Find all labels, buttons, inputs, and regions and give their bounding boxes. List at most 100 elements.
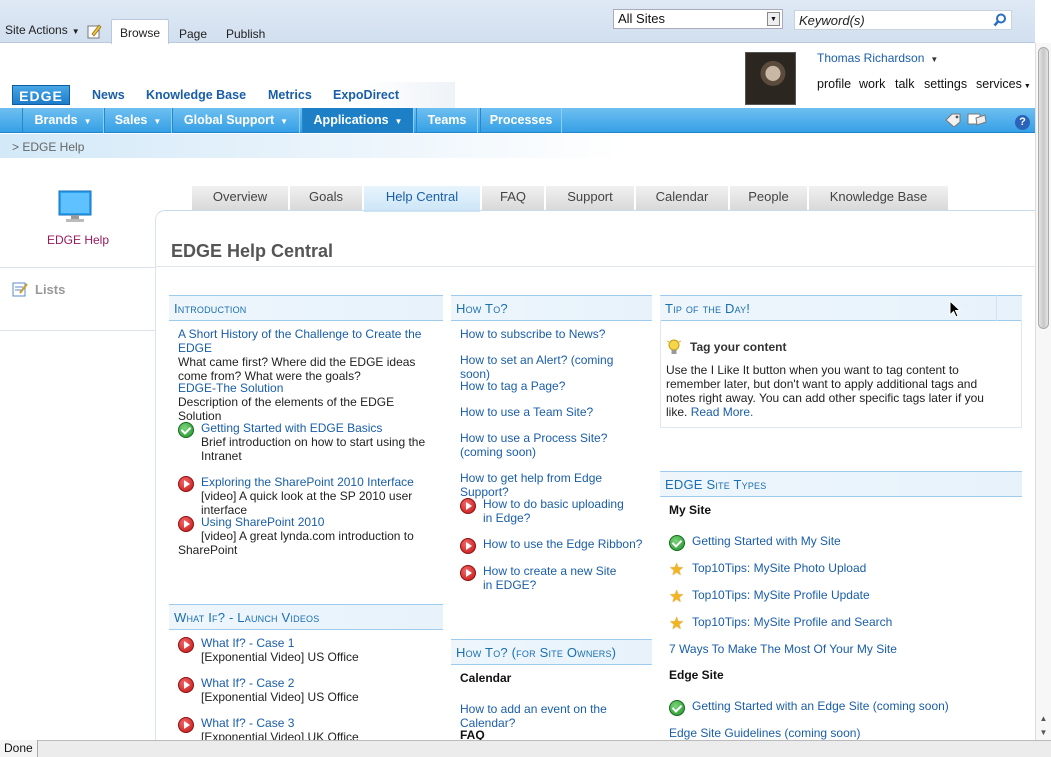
divider xyxy=(0,267,155,268)
site-title-label[interactable]: EDGE Help xyxy=(47,233,109,247)
user-menu[interactable]: Thomas Richardson ▼ xyxy=(817,51,938,65)
user-link-work[interactable]: work xyxy=(859,77,885,91)
chevron-down-icon: ▼ xyxy=(394,117,403,126)
mysite-link-getting-started[interactable]: Getting Started with My Site xyxy=(692,534,841,548)
whatif-desc: [Exponential Video] US Office xyxy=(201,690,359,704)
nav-global-support-label: Global Support xyxy=(183,113,275,127)
howto-link-subscribe[interactable]: How to subscribe to News? xyxy=(460,327,645,341)
intro-link-solution[interactable]: EDGE-The Solution xyxy=(178,381,438,395)
intro-desc: Brief introduction on how to start using… xyxy=(201,435,426,463)
edgesite-link-getting-started[interactable]: Getting Started with an Edge Site (comin… xyxy=(692,699,949,713)
page-title: EDGE Help Central xyxy=(171,241,334,261)
scroll-down-arrow-icon[interactable]: ▼ xyxy=(1036,726,1051,739)
notes-icon[interactable] xyxy=(967,112,987,128)
edit-page-icon[interactable] xyxy=(86,23,102,39)
breadcrumb[interactable]: > EDGE Help xyxy=(12,140,84,154)
edgesite-link-guidelines[interactable]: Edge Site Guidelines (coming soon) xyxy=(669,726,860,740)
list-item: How to subscribe to News? xyxy=(460,327,645,341)
search-input[interactable]: Keyword(s) xyxy=(794,10,1012,30)
chevron-down-icon: ▼ xyxy=(280,117,289,126)
tab-overview[interactable]: Overview xyxy=(192,186,289,210)
nav-applications[interactable]: Applications ▼ xyxy=(302,108,414,133)
lists-icon xyxy=(12,282,28,297)
scroll-up-arrow-icon[interactable]: ▲ xyxy=(1036,712,1051,725)
intro-link-sp-interface[interactable]: Exploring the SharePoint 2010 Interface xyxy=(201,475,441,489)
monitor-icon xyxy=(58,190,92,222)
intro-link-using-sp[interactable]: Using SharePoint 2010 xyxy=(178,515,418,529)
nav-applications-label: Applications xyxy=(313,113,389,127)
search-scope-value: All Sites xyxy=(618,11,665,26)
howto-link-team-site[interactable]: How to use a Team Site? xyxy=(460,405,645,419)
list-item: A Short History of the Challenge to Crea… xyxy=(178,327,438,383)
list-item: Top10Tips: MySite Profile Update xyxy=(692,588,870,602)
list-item: Getting Started with My Site xyxy=(692,534,841,548)
user-link-profile[interactable]: profile xyxy=(817,77,851,91)
mysite-link-profile-update[interactable]: Top10Tips: MySite Profile Update xyxy=(692,588,870,602)
toplink-expodirect[interactable]: ExpoDirect xyxy=(333,88,399,102)
howto-heading: How To? xyxy=(456,301,508,316)
nav-processes[interactable]: Processes xyxy=(480,108,562,133)
tab-support[interactable]: Support xyxy=(546,186,635,210)
list-item: How to get help from Edge Support? xyxy=(460,471,645,499)
quick-launch-lists[interactable]: Lists xyxy=(35,282,65,297)
whatif-heading: What If? - Launch Videos xyxy=(174,610,320,625)
user-link-talk[interactable]: talk xyxy=(895,77,914,91)
toplink-news[interactable]: News xyxy=(92,88,125,102)
nav-global-support[interactable]: Global Support ▼ xyxy=(172,108,300,133)
tab-knowledge-base[interactable]: Knowledge Base xyxy=(809,186,949,210)
tab-help-central[interactable]: Help Central xyxy=(364,186,481,212)
howto-link-new-site[interactable]: How to create a new Site in EDGE? xyxy=(483,564,628,592)
mysite-link-photo-upload[interactable]: Top10Tips: MySite Photo Upload xyxy=(692,561,866,575)
dropdown-arrow-icon[interactable]: ▼ xyxy=(767,12,780,26)
list-item: How to tag a Page? xyxy=(460,379,645,393)
howto-link-process-site[interactable]: How to use a Process Site? (coming soon) xyxy=(460,431,640,459)
intro-desc-wrap: Brief introduction on how to start using… xyxy=(178,435,440,463)
howto-link-alert[interactable]: How to set an Alert? (coming soon) xyxy=(460,353,645,381)
tab-faq[interactable]: FAQ xyxy=(482,186,545,210)
tip-title: Tag your content xyxy=(690,340,787,354)
tag-icon[interactable] xyxy=(945,113,961,127)
tab-people[interactable]: People xyxy=(730,186,808,210)
tab-calendar[interactable]: Calendar xyxy=(636,186,729,210)
list-item: How to set an Alert? (coming soon) xyxy=(460,353,645,381)
list-item: 7 Ways To Make The Most Of Your My Site xyxy=(669,642,897,656)
nav-teams[interactable]: Teams xyxy=(416,108,478,133)
avatar[interactable] xyxy=(745,52,796,105)
user-link-services[interactable]: services ▼ xyxy=(976,77,1031,91)
video-icon xyxy=(178,637,194,653)
chevron-down-icon: ▼ xyxy=(71,27,80,36)
howto-link-tag-page[interactable]: How to tag a Page? xyxy=(460,379,645,393)
tip-body: Use the I Like It button when you want t… xyxy=(666,363,1000,419)
whatif-link-case-1[interactable]: What If? - Case 1 xyxy=(201,636,441,650)
whatif-link-case-3[interactable]: What If? - Case 3 xyxy=(201,716,441,730)
tab-publish[interactable]: Publish xyxy=(218,25,273,45)
help-icon[interactable]: ? xyxy=(1015,115,1030,130)
toplink-knowledge-base[interactable]: Knowledge Base xyxy=(146,88,246,102)
mysite-link-7-ways[interactable]: 7 Ways To Make The Most Of Your My Site xyxy=(669,642,897,656)
tip-read-more-link[interactable]: Read More. xyxy=(691,405,754,419)
divider xyxy=(155,266,1035,267)
howto-link-edge-support[interactable]: How to get help from Edge Support? xyxy=(460,471,645,499)
site-actions-menu[interactable]: Site Actions ▼ xyxy=(5,23,80,37)
user-link-settings[interactable]: settings xyxy=(924,77,967,91)
tab-page[interactable]: Page xyxy=(171,25,215,45)
toplink-metrics[interactable]: Metrics xyxy=(268,88,312,102)
nav-brands[interactable]: Brands ▼ xyxy=(22,108,104,133)
mysite-link-profile-search[interactable]: Top10Tips: MySite Profile and Search xyxy=(692,615,892,629)
whatif-link-case-2[interactable]: What If? - Case 2 xyxy=(201,676,441,690)
tab-goals[interactable]: Goals xyxy=(290,186,363,210)
intro-link-history[interactable]: A Short History of the Challenge to Crea… xyxy=(178,327,438,355)
howto-link-ribbon[interactable]: How to use the Edge Ribbon? xyxy=(483,537,643,551)
howto-link-uploading[interactable]: How to do basic uploading in Edge? xyxy=(483,497,633,525)
edge-logo[interactable]: EDGE xyxy=(12,85,70,105)
search-scope-select[interactable]: All Sites ▼ xyxy=(613,9,783,29)
search-icon[interactable] xyxy=(993,13,1007,27)
chevron-down-icon: ▼ xyxy=(1023,83,1031,90)
tab-browse[interactable]: Browse xyxy=(111,19,170,44)
video-icon xyxy=(178,476,194,492)
howto-link-calendar-event[interactable]: How to add an event on the Calendar? xyxy=(460,702,650,730)
divider xyxy=(996,295,1022,321)
scrollbar-thumb[interactable] xyxy=(1038,47,1049,329)
intro-link-basics[interactable]: Getting Started with EDGE Basics xyxy=(178,421,440,435)
nav-sales[interactable]: Sales ▼ xyxy=(104,108,172,133)
